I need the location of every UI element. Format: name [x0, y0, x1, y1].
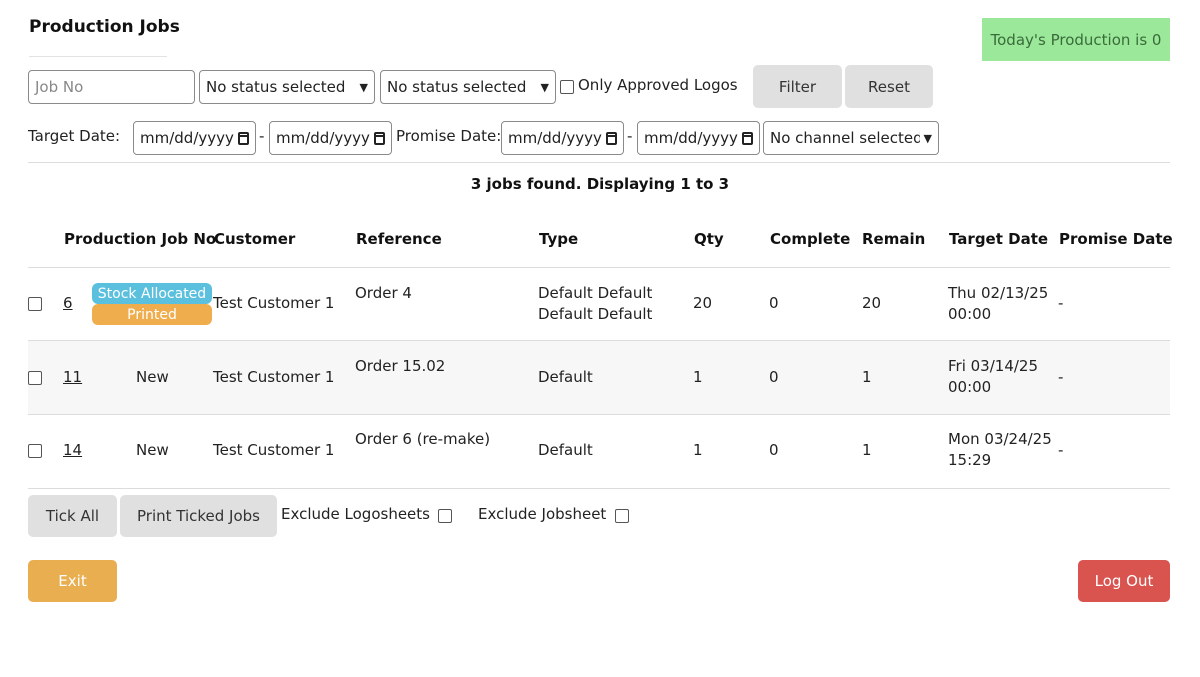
header-target-date: Target Date — [949, 230, 1049, 248]
date-range-separator: - — [259, 127, 265, 145]
row-checkbox[interactable] — [28, 444, 42, 458]
remain-cell: 1 — [862, 441, 872, 459]
printed-badge: Printed — [92, 304, 212, 325]
target-date-line2: 00:00 — [948, 378, 992, 396]
calendar-icon[interactable] — [741, 131, 754, 145]
target-date-label: Target Date: — [28, 127, 121, 145]
qty-cell: 1 — [693, 368, 703, 386]
promise-date-cell: - — [1058, 368, 1064, 386]
exclude-logosheets-label: Exclude Logosheets — [281, 505, 430, 523]
type-cell-line1: Default Default — [538, 284, 653, 302]
complete-cell: 0 — [769, 294, 779, 312]
job-no-link[interactable]: 14 — [63, 440, 82, 461]
chevron-down-icon: ▼ — [359, 80, 368, 94]
target-date-from[interactable]: mm/dd/yyyy — [133, 121, 256, 155]
job-no-input[interactable]: Job No — [28, 70, 195, 104]
table-row: 6 Stock Allocated Printed Test Customer … — [28, 268, 1170, 340]
type-cell: Default — [538, 441, 593, 459]
approved-logos-label: Only Approved Logos — [578, 76, 738, 94]
title-divider — [29, 56, 167, 57]
promise-date-label: Promise Date: — [396, 127, 502, 145]
target-date-to-value: mm/dd/yyyy — [276, 129, 370, 147]
qty-cell: 1 — [693, 441, 703, 459]
exclude-jobsheet-checkbox[interactable] — [615, 509, 629, 523]
header-remain: Remain — [862, 230, 926, 248]
chevron-down-icon: ▼ — [540, 80, 549, 94]
channel-select-value: No channel selected — [770, 129, 920, 147]
page-title: Production Jobs — [29, 17, 180, 37]
chevron-down-icon: ▼ — [923, 131, 932, 145]
qty-cell: 20 — [693, 294, 713, 312]
customer-cell: Test Customer 1 — [213, 441, 335, 459]
header-job-no: Production Job No — [64, 230, 217, 248]
stock-allocated-badge: Stock Allocated — [92, 283, 212, 304]
status-select-2-value: No status selected — [387, 78, 527, 96]
promise-date-cell: - — [1058, 441, 1064, 459]
target-date-line2: 00:00 — [948, 305, 992, 323]
target-date-line1: Mon 03/24/25 — [948, 430, 1052, 448]
table-row: 11 New Test Customer 1 Order 15.02 Defau… — [28, 341, 1170, 414]
promise-date-from-value: mm/dd/yyyy — [508, 129, 602, 147]
table-row: 14 New Test Customer 1 Order 6 (re-make)… — [28, 415, 1170, 488]
calendar-icon[interactable] — [373, 131, 386, 145]
logout-button[interactable]: Log Out — [1078, 560, 1170, 602]
status-cell: New — [136, 441, 169, 459]
type-cell-line2: Default Default — [538, 305, 653, 323]
job-no-link[interactable]: 6 — [63, 293, 73, 314]
header-reference: Reference — [356, 230, 442, 248]
promise-date-cell: - — [1058, 294, 1064, 312]
status-cell: New — [136, 368, 169, 386]
filter-divider — [28, 162, 1170, 163]
header-customer: Customer — [214, 230, 296, 248]
complete-cell: 0 — [769, 368, 779, 386]
exclude-logosheets-checkbox[interactable] — [438, 509, 452, 523]
exclude-jobsheet-label: Exclude Jobsheet — [478, 505, 607, 523]
exit-button[interactable]: Exit — [28, 560, 117, 602]
promise-date-to[interactable]: mm/dd/yyyy — [637, 121, 760, 155]
status-select-1-value: No status selected — [206, 78, 346, 96]
target-date-line2: 15:29 — [948, 451, 992, 469]
target-date-line1: Fri 03/14/25 — [948, 357, 1039, 375]
type-cell: Default — [538, 368, 593, 386]
reference-cell: Order 4 — [355, 284, 412, 302]
row-checkbox[interactable] — [28, 371, 42, 385]
date-range-separator: - — [627, 127, 633, 145]
customer-cell: Test Customer 1 — [213, 368, 335, 386]
row-checkbox[interactable] — [28, 297, 42, 311]
job-no-link[interactable]: 11 — [63, 367, 82, 388]
row-divider — [28, 488, 1170, 489]
filter-button[interactable]: Filter — [753, 65, 842, 108]
header-promise-date: Promise Date — [1059, 230, 1173, 248]
tick-all-button[interactable]: Tick All — [28, 495, 117, 537]
reference-cell: Order 6 (re-make) — [355, 430, 491, 448]
channel-select[interactable]: No channel selected ▼ — [763, 121, 939, 155]
calendar-icon[interactable] — [237, 131, 250, 145]
complete-cell: 0 — [769, 441, 779, 459]
reset-button[interactable]: Reset — [845, 65, 933, 108]
print-ticked-jobs-button[interactable]: Print Ticked Jobs — [120, 495, 277, 537]
production-status-badge: Today's Production is 0 — [982, 18, 1170, 61]
remain-cell: 20 — [862, 294, 882, 312]
promise-date-to-value: mm/dd/yyyy — [644, 129, 738, 147]
remain-cell: 1 — [862, 368, 872, 386]
reference-cell: Order 15.02 — [355, 357, 446, 375]
calendar-icon[interactable] — [605, 131, 618, 145]
customer-cell: Test Customer 1 — [213, 294, 335, 312]
target-date-line1: Thu 02/13/25 — [948, 284, 1049, 302]
status-select-2[interactable]: No status selected ▼ — [380, 70, 556, 104]
header-complete: Complete — [770, 230, 851, 248]
status-select-1[interactable]: No status selected ▼ — [199, 70, 375, 104]
header-qty: Qty — [694, 230, 724, 248]
target-date-to[interactable]: mm/dd/yyyy — [269, 121, 392, 155]
header-type: Type — [539, 230, 579, 248]
promise-date-from[interactable]: mm/dd/yyyy — [501, 121, 624, 155]
results-summary: 3 jobs found. Displaying 1 to 3 — [470, 175, 730, 193]
approved-logos-checkbox[interactable] — [560, 80, 574, 94]
target-date-from-value: mm/dd/yyyy — [140, 129, 234, 147]
